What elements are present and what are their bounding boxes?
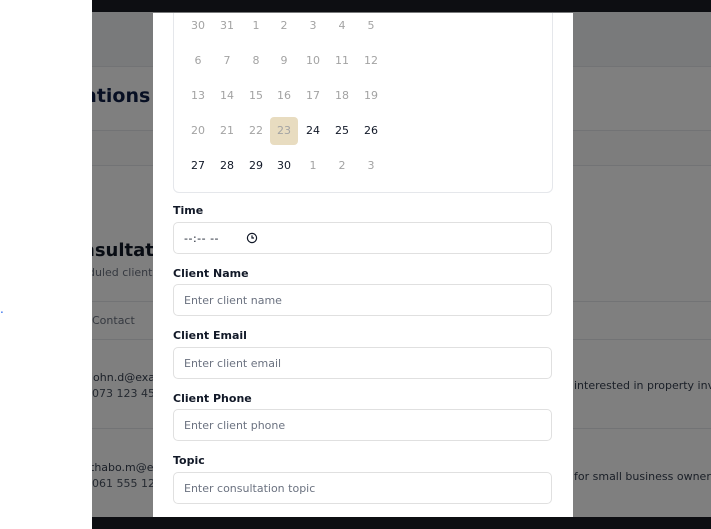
calendar-day[interactable]: 30	[184, 13, 212, 40]
calendar-day[interactable]: 15	[242, 82, 270, 110]
client-email-input[interactable]	[173, 347, 552, 379]
calendar-day[interactable]: 4	[328, 13, 356, 40]
calendar-day[interactable]: 7	[213, 47, 241, 75]
calendar-day[interactable]: 24	[299, 117, 327, 145]
left-page-strip: .	[0, 0, 92, 529]
calendar-day[interactable]: 14	[213, 82, 241, 110]
client-name-input[interactable]	[173, 284, 552, 316]
calendar-day[interactable]: 1	[242, 13, 270, 40]
date-calendar: 30 31 1 2 3 4 5 6 7 8 9 10 11 12 13 14 15 16 17 18 19 20 21 22 2…	[173, 13, 553, 193]
calendar-day[interactable]: 6	[184, 47, 212, 75]
calendar-day[interactable]: 26	[357, 117, 385, 145]
calendar-day[interactable]: 19	[357, 82, 385, 110]
time-value: --:-- --	[184, 232, 220, 245]
calendar-day[interactable]: 23	[270, 117, 298, 145]
time-label: Time	[173, 204, 204, 217]
calendar-day[interactable]: 31	[213, 13, 241, 40]
calendar-day[interactable]: 11	[328, 47, 356, 75]
calendar-day[interactable]: 2	[328, 152, 356, 180]
client-name-label: Client Name	[173, 267, 249, 280]
calendar-day[interactable]: 8	[242, 47, 270, 75]
topic-label: Topic	[173, 454, 205, 467]
calendar-day[interactable]: 27	[184, 152, 212, 180]
calendar-day[interactable]: 2	[270, 13, 298, 40]
calendar-day[interactable]: 13	[184, 82, 212, 110]
client-phone-label: Client Phone	[173, 392, 252, 405]
calendar-day[interactable]: 20	[184, 117, 212, 145]
calendar-day[interactable]: 17	[299, 82, 327, 110]
calendar-day[interactable]: 18	[328, 82, 356, 110]
calendar-day[interactable]: 28	[213, 152, 241, 180]
calendar-day[interactable]: 29	[242, 152, 270, 180]
calendar-day[interactable]: 9	[270, 47, 298, 75]
stray-mark: .	[0, 302, 4, 316]
calendar-day[interactable]: 12	[357, 47, 385, 75]
client-email-label: Client Email	[173, 329, 247, 342]
calendar-day[interactable]: 3	[299, 13, 327, 40]
calendar-day[interactable]: 16	[270, 82, 298, 110]
topic-input[interactable]	[173, 472, 552, 504]
new-consultation-modal: 30 31 1 2 3 4 5 6 7 8 9 10 11 12 13 14 15 16 17 18 19 20 21 22 2…	[153, 13, 573, 517]
calendar-day[interactable]: 30	[270, 152, 298, 180]
calendar-day[interactable]: 3	[357, 152, 385, 180]
calendar-day[interactable]: 10	[299, 47, 327, 75]
client-phone-input[interactable]	[173, 409, 552, 441]
calendar-day[interactable]: 25	[328, 117, 356, 145]
time-input[interactable]: --:-- --	[173, 222, 552, 254]
calendar-day[interactable]: 22	[242, 117, 270, 145]
clock-icon[interactable]	[246, 232, 258, 244]
calendar-day[interactable]: 5	[357, 13, 385, 40]
calendar-day[interactable]: 21	[213, 117, 241, 145]
calendar-day[interactable]: 1	[299, 152, 327, 180]
